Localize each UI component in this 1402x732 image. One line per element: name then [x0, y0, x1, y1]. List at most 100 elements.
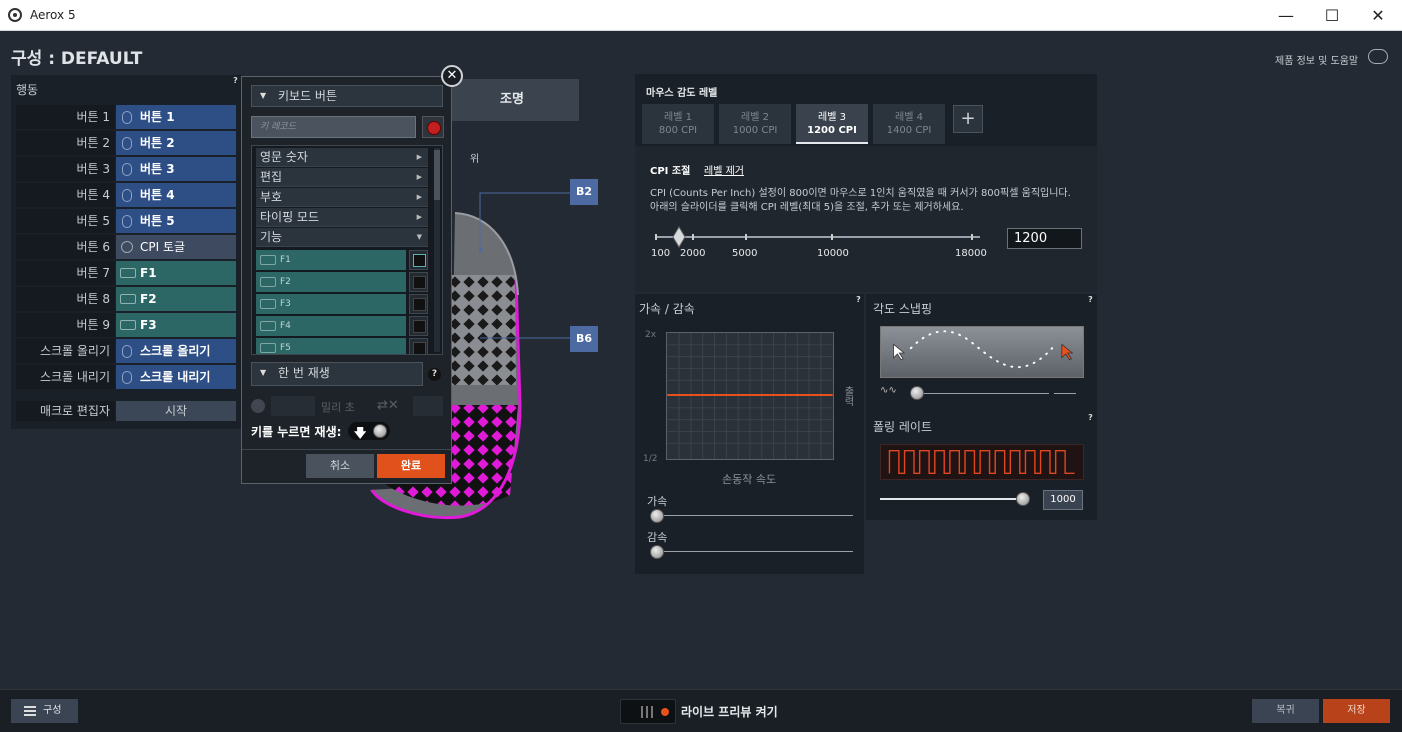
key-checkbox[interactable] — [409, 272, 428, 292]
key-record-input[interactable]: 키 레코드 — [251, 116, 416, 138]
add-level-button[interactable]: + — [953, 105, 983, 133]
action-row[interactable]: 버튼 7 F1 — [16, 261, 238, 285]
maximize-button[interactable]: ☐ — [1309, 0, 1355, 31]
button-assignment[interactable]: F2 — [116, 287, 236, 311]
acceleration-graph[interactable] — [666, 332, 834, 460]
tab-cpi-adjust[interactable]: CPI 조절 — [650, 162, 690, 177]
key-checkbox[interactable] — [409, 294, 428, 314]
record-button[interactable] — [422, 116, 444, 138]
assignment-label: 버튼 5 — [140, 214, 175, 228]
button-assignment[interactable]: F3 — [116, 313, 236, 337]
button-assignment[interactable]: CPI 토글 — [116, 235, 236, 259]
button-assignment[interactable]: 스크롤 올리기 — [116, 339, 236, 363]
mouse-icon — [122, 163, 132, 176]
play-mode-dropdown[interactable]: ▼ 한 번 재생 — [251, 362, 423, 386]
action-row[interactable]: 버튼 1 버튼 1 — [16, 105, 238, 129]
angle-snapping-panel: 각도 스냅핑 ? ∿∿ — [866, 294, 1097, 412]
acceleration-panel: 가속 / 감속 ? 2x 1/2 출력 손동작 속도 가속 감속 — [635, 294, 864, 574]
play-mode-help-icon[interactable]: ? — [428, 368, 441, 381]
button-name: 스크롤 올리기 — [16, 339, 115, 363]
key-list-item[interactable]: F2 — [256, 272, 406, 292]
sensitivity-level-tab[interactable]: 레벨 2 1000 CPI — [719, 104, 791, 144]
polling-slider-knob[interactable] — [1016, 492, 1030, 506]
configs-button[interactable]: 구성 — [11, 699, 78, 723]
revert-button[interactable]: 복귀 — [1252, 699, 1319, 723]
action-row[interactable]: 버튼 9 F3 — [16, 313, 238, 337]
action-row[interactable]: 버튼 8 F2 — [16, 287, 238, 311]
action-row[interactable]: 스크롤 올리기 스크롤 올리기 — [16, 339, 238, 363]
macro-editor-label: 매크로 편집자 — [16, 401, 115, 421]
angle-help-icon[interactable]: ? — [1085, 294, 1096, 305]
sensitivity-level-tab[interactable]: 레벨 1 800 CPI — [642, 104, 714, 144]
callout-b6[interactable]: B6 — [570, 326, 598, 352]
action-row[interactable]: 버튼 6 CPI 토글 — [16, 235, 238, 259]
key-category-label: 타이핑 모드 — [260, 210, 320, 224]
cpi-value-input[interactable]: 1200 — [1007, 228, 1082, 249]
action-row[interactable]: 버튼 5 버튼 5 — [16, 209, 238, 233]
button-name: 버튼 2 — [16, 131, 115, 155]
button-assignment[interactable]: 버튼 1 — [116, 105, 236, 129]
accel-slider[interactable] — [657, 515, 853, 516]
key-checkbox[interactable] — [409, 316, 428, 336]
button-assignment[interactable]: 버튼 2 — [116, 131, 236, 155]
live-preview-toggle[interactable] — [620, 699, 676, 724]
action-row[interactable]: 버튼 4 버튼 4 — [16, 183, 238, 207]
macro-editor-row: 매크로 편집자 시작 — [16, 401, 238, 421]
key-category-label: 부호 — [260, 190, 283, 204]
key-checkbox[interactable] — [409, 250, 428, 270]
action-row[interactable]: 스크롤 내리기 스크롤 내리기 — [16, 365, 238, 389]
accel-slider-knob[interactable] — [650, 509, 664, 523]
key-category-item[interactable]: 편집 ▶ — [256, 168, 428, 187]
macro-start-button[interactable]: 시작 — [116, 401, 236, 421]
popup-done-button[interactable]: 완료 — [377, 454, 445, 478]
sensitivity-level-tab[interactable]: 레벨 4 1400 CPI — [873, 104, 945, 144]
key-category-item[interactable]: 기능 ▼ — [256, 228, 428, 247]
actions-help-icon[interactable]: ? — [230, 75, 241, 86]
cpi-slider-track[interactable] — [655, 234, 980, 240]
angle-slider-knob[interactable] — [910, 386, 924, 400]
button-assignment[interactable]: 스크롤 내리기 — [116, 365, 236, 389]
button-assignment[interactable]: 버튼 3 — [116, 157, 236, 181]
polling-help-icon[interactable]: ? — [1085, 412, 1096, 423]
help-link[interactable]: 제품 정보 및 도움말 — [1275, 52, 1358, 67]
polling-rate-value[interactable]: 1000 — [1043, 490, 1083, 510]
key-checkbox[interactable] — [409, 338, 428, 354]
popup-close-button[interactable]: ✕ — [441, 65, 463, 87]
polling-rate-panel: 폴링 레이트 ? 1000 — [866, 412, 1097, 520]
button-assignment[interactable]: 버튼 4 — [116, 183, 236, 207]
button-assignment[interactable]: 버튼 5 — [116, 209, 236, 233]
tab-remove-level[interactable]: 레벨 제거 — [704, 162, 744, 177]
key-category-label: 영문 숫자 — [260, 150, 308, 164]
key-list-item[interactable]: F5 — [256, 338, 406, 354]
button-assignment[interactable]: F1 — [116, 261, 236, 285]
title-bar: Aerox 5 — ☐ ✕ — [0, 0, 1402, 31]
decel-slider-knob[interactable] — [650, 545, 664, 559]
list-scrollbar[interactable] — [434, 148, 440, 352]
save-button[interactable]: 저장 — [1323, 699, 1390, 723]
cpi-slider-thumb[interactable] — [672, 226, 686, 248]
key-category-item[interactable]: 부호 ▶ — [256, 188, 428, 207]
chat-help-icon[interactable] — [1368, 49, 1388, 64]
action-row[interactable]: 버튼 3 버튼 3 — [16, 157, 238, 181]
key-list-item[interactable]: F1 — [256, 250, 406, 270]
binding-type-dropdown[interactable]: ▼ 키보드 버튼 — [251, 85, 443, 107]
close-window-button[interactable]: ✕ — [1355, 0, 1401, 31]
polling-slider[interactable] — [880, 498, 1028, 500]
acceleration-help-icon[interactable]: ? — [853, 294, 864, 305]
action-row[interactable]: 버튼 2 버튼 2 — [16, 131, 238, 155]
angle-slider[interactable] — [914, 393, 1049, 394]
tab-lighting[interactable]: 조명 — [445, 79, 579, 121]
decel-slider[interactable] — [657, 551, 853, 552]
button-name: 버튼 5 — [16, 209, 115, 233]
popup-cancel-button[interactable]: 취소 — [306, 454, 374, 478]
key-category-item[interactable]: 타이핑 모드 ▶ — [256, 208, 428, 227]
key-category-item[interactable]: 영문 숫자 ▶ — [256, 148, 428, 167]
keyboard-icon — [260, 299, 276, 309]
minimize-button[interactable]: — — [1263, 0, 1309, 31]
hold-play-toggle[interactable]: 🡇 — [348, 422, 390, 440]
sensitivity-level-tab[interactable]: 레벨 3 1200 CPI — [796, 104, 868, 144]
callout-b2[interactable]: B2 — [570, 179, 598, 205]
assignment-label: F2 — [140, 292, 157, 306]
key-list-item[interactable]: F3 — [256, 294, 406, 314]
key-list-item[interactable]: F4 — [256, 316, 406, 336]
